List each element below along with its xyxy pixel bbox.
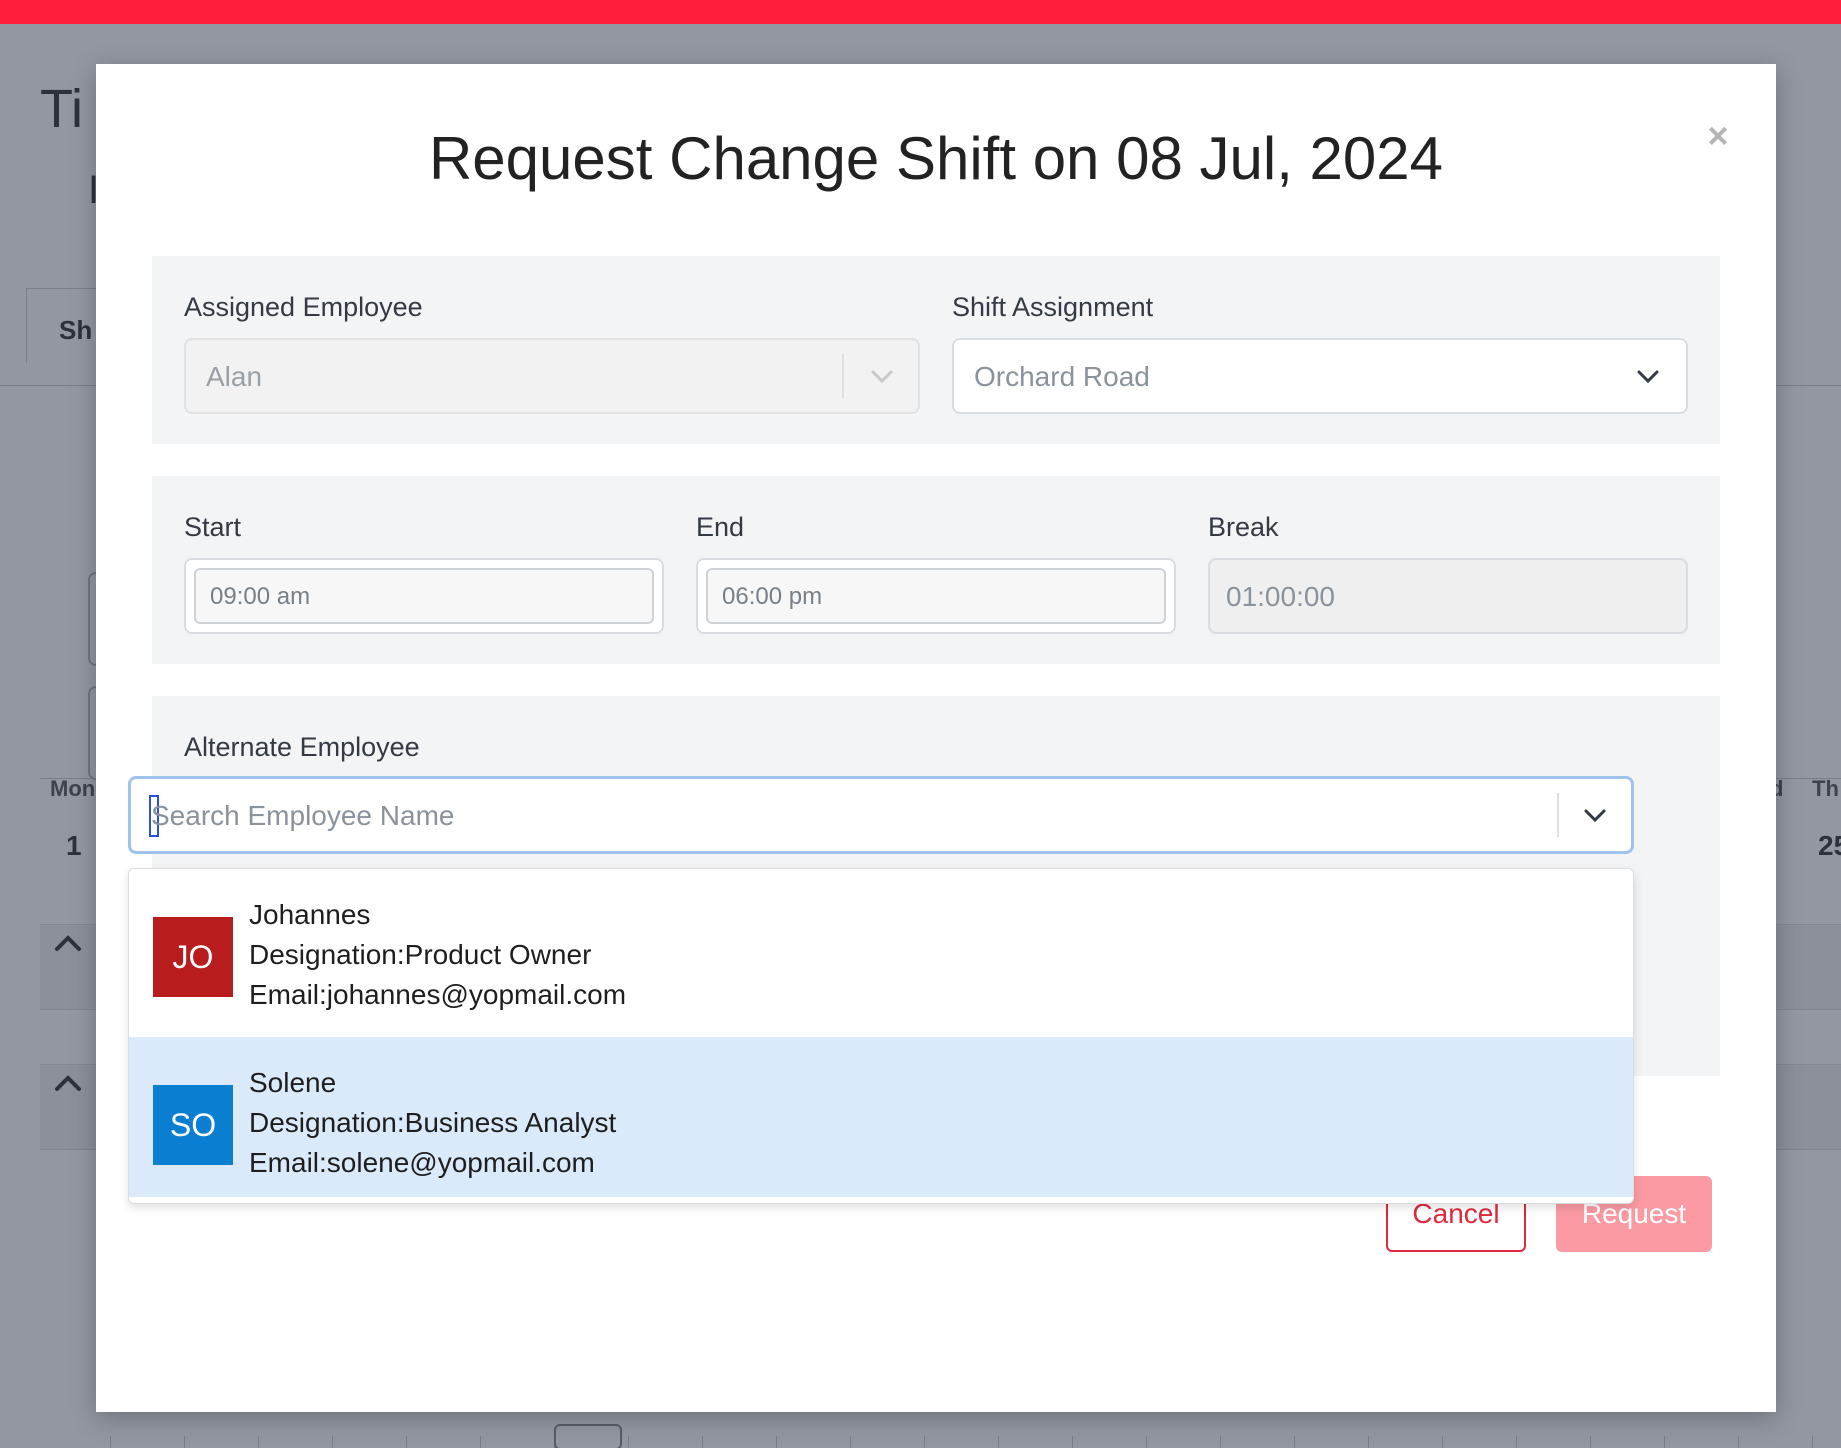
end-time-input[interactable]: 06:00 pm: [706, 568, 1166, 624]
chevron-down-icon: [1636, 366, 1659, 386]
end-label: End: [696, 512, 745, 542]
break-label: Break: [1208, 512, 1279, 542]
employee-designation: Designation:Product Owner: [249, 939, 592, 970]
end-time-value: 06:00 pm: [722, 583, 823, 610]
employee-name: Solene: [249, 1067, 337, 1098]
start-time-input[interactable]: 09:00 am: [194, 568, 654, 624]
start-label: Start: [184, 512, 242, 542]
employee-options-dropdown: JO Johannes Designation:Product Owner Em…: [128, 868, 1634, 1204]
employee-option-highlighted[interactable]: SO Solene Designation:Business Analyst E…: [129, 1037, 1633, 1197]
end-time-field[interactable]: 06:00 pm: [696, 558, 1176, 634]
assigned-employee-select: Alan: [184, 338, 920, 414]
shift-assignment-label: Shift Assignment: [952, 292, 1154, 322]
select-separator: [1557, 793, 1559, 837]
chevron-down-icon: [870, 366, 893, 386]
close-button[interactable]: ×: [1698, 116, 1738, 156]
break-value: 01:00:00: [1226, 581, 1335, 612]
employee-option-details: Solene Designation:Business Analyst Emai…: [249, 1063, 616, 1183]
employee-name: Johannes: [249, 899, 371, 930]
avatar: SO: [153, 1085, 233, 1165]
assigned-employee-label: Assigned Employee: [184, 292, 423, 322]
request-change-shift-modal: Request Change Shift on 08 Jul, 2024 × A…: [96, 64, 1776, 1412]
shift-assignment-select[interactable]: Orchard Road: [952, 338, 1688, 414]
start-time-value: 09:00 am: [210, 583, 311, 610]
employee-designation: Designation:Business Analyst: [249, 1107, 617, 1138]
assignment-panel: Assigned Employee Alan Shift Assignment …: [152, 256, 1720, 444]
select-separator: [842, 354, 844, 398]
chevron-down-icon[interactable]: [1583, 805, 1606, 825]
modal-title: Request Change Shift on 08 Jul, 2024: [428, 125, 1444, 192]
start-time-field[interactable]: 09:00 am: [184, 558, 664, 634]
employee-search-input[interactable]: [151, 789, 1531, 843]
time-panel: Start 09:00 am End 06:00 pm Break 01:00:…: [152, 476, 1720, 664]
alternate-employee-select[interactable]: [128, 776, 1634, 854]
shift-assignment-value: Orchard Road: [974, 361, 1150, 392]
employee-option-details: Johannes Designation:Product Owner Email…: [249, 895, 626, 1015]
employee-email: Email:johannes@yopmail.com: [249, 979, 627, 1010]
assigned-employee-value: Alan: [206, 361, 263, 392]
break-field: 01:00:00: [1208, 558, 1688, 634]
avatar: JO: [153, 917, 233, 997]
employee-email: Email:solene@yopmail.com: [249, 1147, 595, 1178]
alternate-employee-label: Alternate Employee: [184, 732, 420, 762]
employee-option[interactable]: JO Johannes Designation:Product Owner Em…: [129, 869, 1633, 1029]
top-accent-bar: [0, 0, 1841, 24]
